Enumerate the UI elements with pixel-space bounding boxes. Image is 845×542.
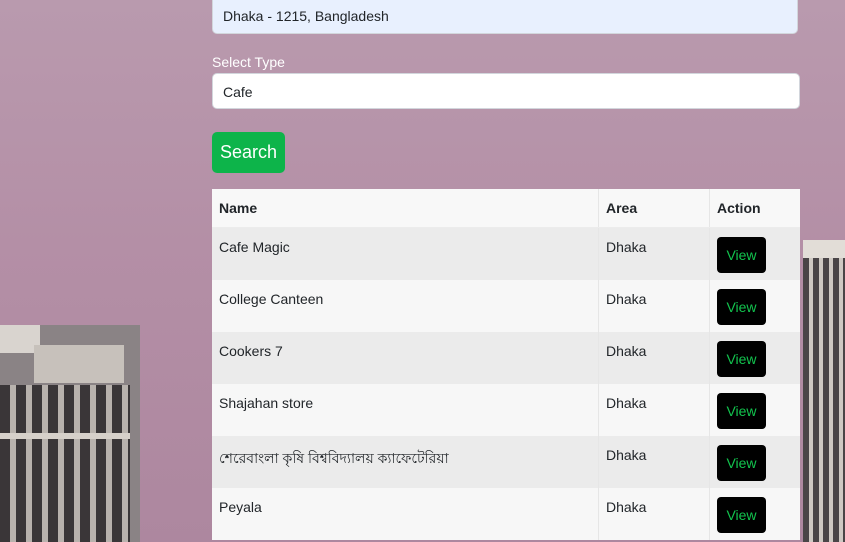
- cell-area: Dhaka: [598, 279, 710, 332]
- type-select[interactable]: Cafe: [212, 73, 800, 109]
- cell-name: শেরেবাংলা কৃষি বিশ্ববিদ্যালয় ক্যাফেটেরি…: [219, 449, 449, 466]
- cell-action: View: [709, 331, 800, 384]
- cell-action: View: [709, 487, 800, 540]
- cell-action: View: [709, 435, 800, 488]
- cell-name: Shajahan store: [219, 394, 314, 411]
- table-row: শেরেবাংলা কৃষি বিশ্ববিদ্যালয় ক্যাফেটেরি…: [212, 435, 800, 488]
- view-button[interactable]: View: [717, 340, 766, 377]
- cell-area: Dhaka: [598, 227, 710, 280]
- view-button[interactable]: View: [717, 496, 766, 533]
- table-row: Shajahan store Dhaka View: [212, 383, 800, 436]
- view-button[interactable]: View: [717, 237, 766, 273]
- column-header-area: Area: [598, 189, 710, 228]
- cell-action: View: [709, 383, 800, 436]
- table-row: Cafe Magic Dhaka View: [212, 227, 800, 280]
- cell-name: Cookers 7: [219, 342, 283, 359]
- column-header-action: Action: [709, 189, 800, 228]
- view-button[interactable]: View: [717, 288, 766, 325]
- cell-name: Peyala: [219, 498, 262, 515]
- view-button[interactable]: View: [717, 392, 766, 429]
- building-band: [0, 433, 130, 439]
- table-row: Peyala Dhaka View: [212, 487, 800, 540]
- cell-area: Dhaka: [598, 331, 710, 384]
- results-table: Name Area Action Cafe Magic Dhaka View C…: [212, 189, 800, 540]
- table-header-row: Name Area Action: [212, 189, 800, 228]
- view-button[interactable]: View: [717, 444, 766, 481]
- building-windows: [0, 385, 130, 542]
- background-building-left: [0, 325, 140, 542]
- search-button[interactable]: Search: [212, 132, 285, 173]
- location-input[interactable]: Dhaka - 1215, Bangladesh: [212, 0, 798, 34]
- cell-area: Dhaka: [598, 487, 710, 540]
- building-roof-upper: [34, 345, 124, 383]
- cell-action: View: [709, 279, 800, 332]
- cell-action: View: [709, 227, 800, 280]
- cell-area: Dhaka: [598, 435, 710, 488]
- cell-name: College Canteen: [219, 290, 324, 307]
- column-header-name: Name: [212, 189, 599, 228]
- cell-area: Dhaka: [598, 383, 710, 436]
- building-cap: [803, 240, 845, 258]
- background-building-right: [803, 240, 845, 542]
- table-row: Cookers 7 Dhaka View: [212, 331, 800, 384]
- table-row: College Canteen Dhaka View: [212, 279, 800, 332]
- cell-name: Cafe Magic: [219, 239, 290, 255]
- select-type-label: Select Type: [212, 54, 285, 70]
